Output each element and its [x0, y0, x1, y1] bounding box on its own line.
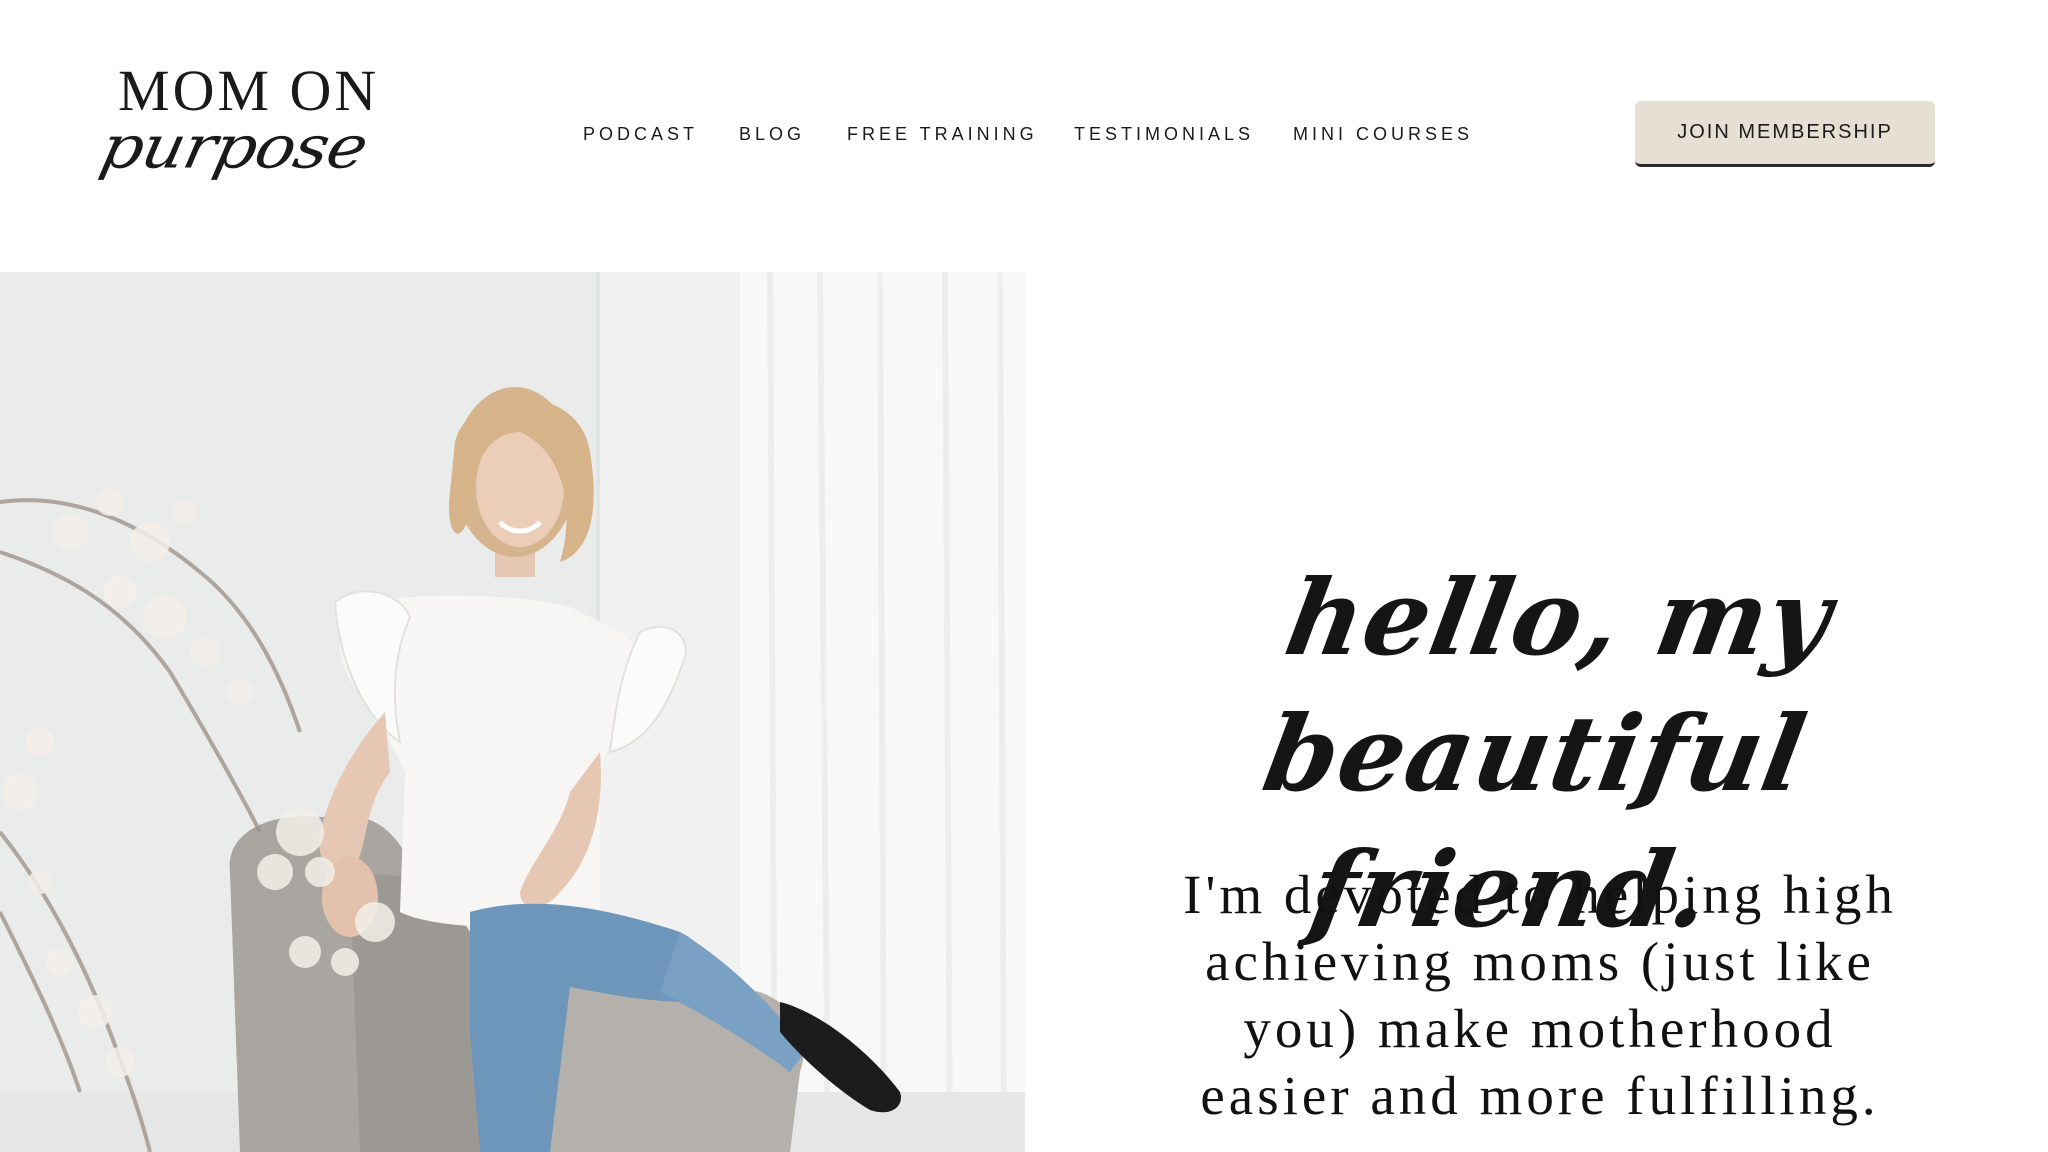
- nav-item-blog[interactable]: BLOG: [739, 122, 805, 146]
- nav-item-mini-courses[interactable]: MINI COURSES: [1293, 122, 1473, 146]
- nav-item-podcast[interactable]: PODCAST: [583, 122, 698, 146]
- logo-wordmark-top: MOM ON: [118, 58, 380, 123]
- hero-photo: [0, 272, 1025, 1152]
- nav-item-free-training[interactable]: FREE TRAINING: [847, 122, 1038, 146]
- nav-item-testimonials[interactable]: TESTIMONIALS: [1074, 122, 1254, 146]
- site-header: MOM ON purpose PODCAST BLOG FREE TRAININ…: [0, 0, 2048, 272]
- logo-wordmark-script: purpose: [94, 112, 374, 182]
- hero-photo-illustration: [0, 272, 1025, 1152]
- hero-lede: I'm devoted to helping high achieving mo…: [1183, 864, 1897, 1126]
- site-logo[interactable]: MOM ON purpose: [94, 58, 398, 212]
- join-membership-button[interactable]: JOIN MEMBERSHIP: [1635, 101, 1935, 167]
